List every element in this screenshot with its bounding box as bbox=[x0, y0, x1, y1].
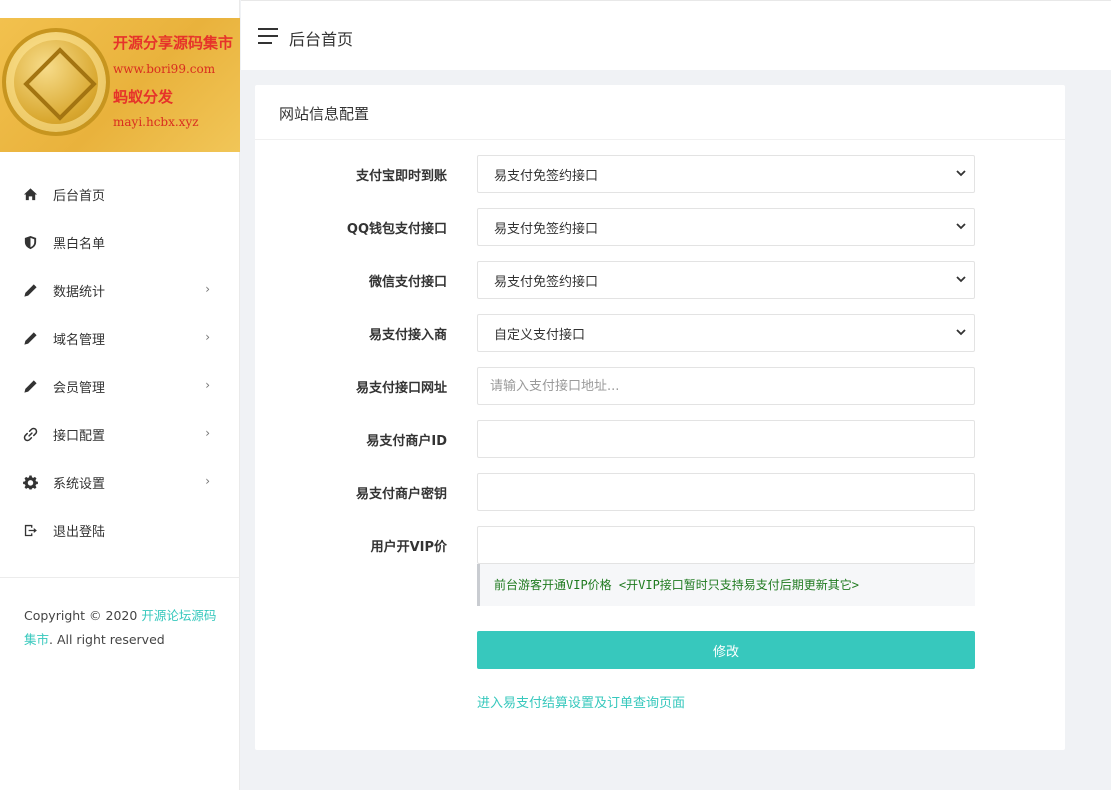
field-label: QQ钱包支付接口 bbox=[346, 222, 447, 237]
sidebar-item-label: 数据统计 bbox=[53, 284, 106, 300]
select-value: 易支付免签约接口 bbox=[494, 221, 599, 237]
field-label: 微信支付接口 bbox=[368, 275, 447, 290]
chevron-right-icon: › bbox=[205, 474, 210, 488]
chevron-right-icon: › bbox=[205, 378, 210, 392]
copyright-prefix: Copyright © 2020 bbox=[24, 608, 142, 623]
form-row-wxpay: 微信支付接口 易支付免签约接口 bbox=[255, 261, 1065, 299]
chevron-right-icon: › bbox=[205, 282, 210, 296]
sidebar-item-settings[interactable]: 系统设置 › bbox=[0, 458, 240, 506]
field-label: 易支付商户密钥 bbox=[355, 487, 447, 502]
form-row-epay-url: 易支付接口网址 bbox=[255, 367, 1065, 405]
sidebar-item-label: 会员管理 bbox=[53, 380, 106, 396]
sidebar-item-home[interactable]: 后台首页 bbox=[0, 170, 240, 218]
page-title: 后台首页 bbox=[289, 30, 354, 49]
logo-line-2: www.bori99.com bbox=[113, 62, 216, 76]
pencil-icon bbox=[22, 282, 38, 298]
epay-url-input[interactable] bbox=[477, 367, 975, 405]
alipay-select[interactable]: 易支付免签约接口 bbox=[477, 155, 975, 193]
gear-icon bbox=[22, 474, 38, 490]
form-row-epay-merchant-id: 易支付商户ID bbox=[255, 420, 1065, 458]
field-label: 易支付接口网址 bbox=[355, 381, 447, 396]
logo-line-3: 蚂蚁分发 bbox=[113, 88, 174, 106]
vip-price-input[interactable] bbox=[477, 526, 975, 564]
field-label: 易支付商户ID bbox=[366, 434, 447, 449]
logo-emblem bbox=[2, 28, 110, 136]
pencil-icon bbox=[22, 378, 38, 394]
logo-line-1: 开源分享源码集市 bbox=[113, 34, 234, 52]
sidebar-item-label: 退出登陆 bbox=[53, 524, 106, 540]
copyright-suffix: . All right reserved bbox=[49, 632, 165, 647]
menu-toggle-icon[interactable] bbox=[258, 28, 278, 44]
shield-icon bbox=[22, 234, 38, 250]
copyright: Copyright © 2020 开源论坛源码集市. All right res… bbox=[24, 604, 224, 652]
form-row-epay-provider: 易支付接入商 自定义支付接口 bbox=[255, 314, 1065, 352]
form-row-alipay: 支付宝即时到账 易支付免签约接口 bbox=[255, 155, 1065, 193]
sidebar-item-blacklist[interactable]: 黑白名单 bbox=[0, 218, 240, 266]
select-value: 易支付免签约接口 bbox=[494, 274, 599, 290]
config-card: 网站信息配置 支付宝即时到账 易支付免签约接口 QQ钱包支付接口 易支付免签约接… bbox=[255, 85, 1065, 750]
field-label: 用户开VIP价 bbox=[370, 540, 447, 555]
logo-line-4: mayi.hcbx.xyz bbox=[113, 115, 199, 129]
sidebar-item-statistics[interactable]: 数据统计 › bbox=[0, 266, 240, 314]
form-row-vip-price: 用户开VIP价 bbox=[255, 526, 1065, 564]
chevron-right-icon: › bbox=[205, 426, 210, 440]
top-header: 后台首页 bbox=[241, 0, 1111, 70]
epay-provider-select[interactable]: 自定义支付接口 bbox=[477, 314, 975, 352]
chevron-down-icon bbox=[956, 329, 966, 336]
chevron-down-icon bbox=[956, 170, 966, 177]
home-icon bbox=[22, 186, 38, 202]
sidebar-item-api-config[interactable]: 接口配置 › bbox=[0, 410, 240, 458]
chevron-down-icon bbox=[956, 276, 966, 283]
select-value: 自定义支付接口 bbox=[494, 327, 586, 343]
field-label: 易支付接入商 bbox=[368, 328, 447, 343]
sidebar-item-logout[interactable]: 退出登陆 bbox=[0, 506, 240, 554]
form-row-epay-merchant-key: 易支付商户密钥 bbox=[255, 473, 1065, 511]
wxpay-select[interactable]: 易支付免签约接口 bbox=[477, 261, 975, 299]
qqpay-select[interactable]: 易支付免签约接口 bbox=[477, 208, 975, 246]
form-row-qqpay: QQ钱包支付接口 易支付免签约接口 bbox=[255, 208, 1065, 246]
sidebar-item-label: 后台首页 bbox=[53, 188, 106, 204]
sidebar-item-members[interactable]: 会员管理 › bbox=[0, 362, 240, 410]
epay-merchant-key-input[interactable] bbox=[477, 473, 975, 511]
sidebar-divider bbox=[0, 577, 240, 578]
epay-settlement-link[interactable]: 进入易支付结算设置及订单查询页面 bbox=[477, 692, 685, 711]
epay-merchant-id-input[interactable] bbox=[477, 420, 975, 458]
logo[interactable]: 开源分享源码集市 www.bori99.com 蚂蚁分发 mayi.hcbx.x… bbox=[0, 18, 240, 152]
chevron-right-icon: › bbox=[205, 330, 210, 344]
field-label: 支付宝即时到账 bbox=[355, 169, 447, 184]
sidebar: 开源分享源码集市 www.bori99.com 蚂蚁分发 mayi.hcbx.x… bbox=[0, 0, 240, 790]
pencil-icon bbox=[22, 330, 38, 346]
sidebar-item-domains[interactable]: 域名管理 › bbox=[0, 314, 240, 362]
link-icon bbox=[22, 426, 38, 442]
sidebar-item-label: 系统设置 bbox=[53, 476, 106, 492]
sidebar-item-label: 接口配置 bbox=[53, 428, 106, 444]
logout-icon bbox=[22, 522, 38, 538]
vip-price-hint: 前台游客开通VIP价格 <开VIP接口暂时只支持易支付后期更新其它> bbox=[477, 564, 975, 606]
select-value: 易支付免签约接口 bbox=[494, 168, 599, 184]
card-title: 网站信息配置 bbox=[255, 85, 1065, 140]
sidebar-item-label: 黑白名单 bbox=[53, 236, 106, 252]
submit-button[interactable]: 修改 bbox=[477, 631, 975, 669]
chevron-down-icon bbox=[956, 223, 966, 230]
sidebar-nav: 后台首页 黑白名单 数据统计 › 域名管理 › 会员管理 › 接口配置 › 系统… bbox=[0, 170, 240, 554]
sidebar-item-label: 域名管理 bbox=[53, 332, 106, 348]
